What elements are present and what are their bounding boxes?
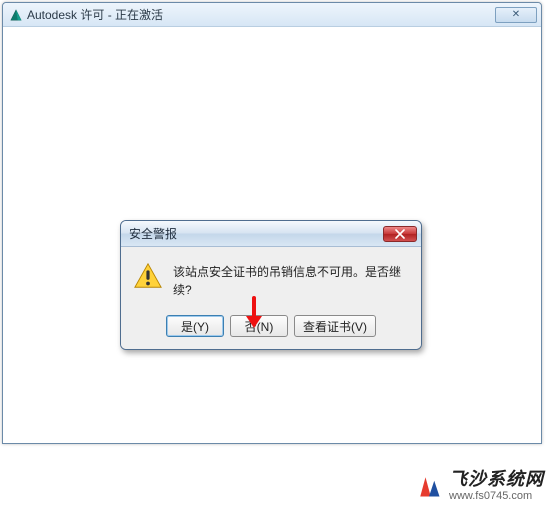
dialog-body: 该站点安全证书的吊销信息不可用。是否继续? 是(Y) 否(N) 查看证书(V) (121, 247, 421, 349)
outer-close-button[interactable]: ✕ (495, 7, 537, 23)
watermark-logo-icon (415, 472, 443, 500)
close-icon: ✕ (512, 9, 520, 20)
dialog-message-row: 该站点安全证书的吊销信息不可用。是否继续? (133, 261, 409, 299)
security-alert-dialog: 安全警报 该站点安全证书的吊销信息不可用。是否继续? 是(Y) 否(N) 查看证… (120, 220, 422, 350)
dialog-close-button[interactable] (383, 226, 417, 242)
dialog-message: 该站点安全证书的吊销信息不可用。是否继续? (173, 261, 409, 299)
outer-titlebar: Autodesk 许可 - 正在激活 ✕ (3, 3, 541, 27)
outer-window-title: Autodesk 许可 - 正在激活 (27, 6, 163, 23)
warning-icon (133, 261, 163, 291)
dialog-title: 安全警报 (129, 225, 177, 242)
app-icon (9, 8, 23, 22)
yes-button[interactable]: 是(Y) (166, 315, 224, 337)
close-icon (395, 229, 405, 239)
watermark: 飞沙系统网 www.fs0745.com (415, 470, 544, 502)
view-certificate-button[interactable]: 查看证书(V) (294, 315, 376, 337)
dialog-titlebar: 安全警报 (121, 221, 421, 247)
watermark-sub: www.fs0745.com (449, 490, 544, 502)
dialog-buttons: 是(Y) 否(N) 查看证书(V) (133, 315, 409, 337)
watermark-text: 飞沙系统网 www.fs0745.com (449, 470, 544, 502)
no-button[interactable]: 否(N) (230, 315, 288, 337)
outer-title-left: Autodesk 许可 - 正在激活 (9, 6, 163, 23)
watermark-main: 飞沙系统网 (449, 470, 544, 490)
